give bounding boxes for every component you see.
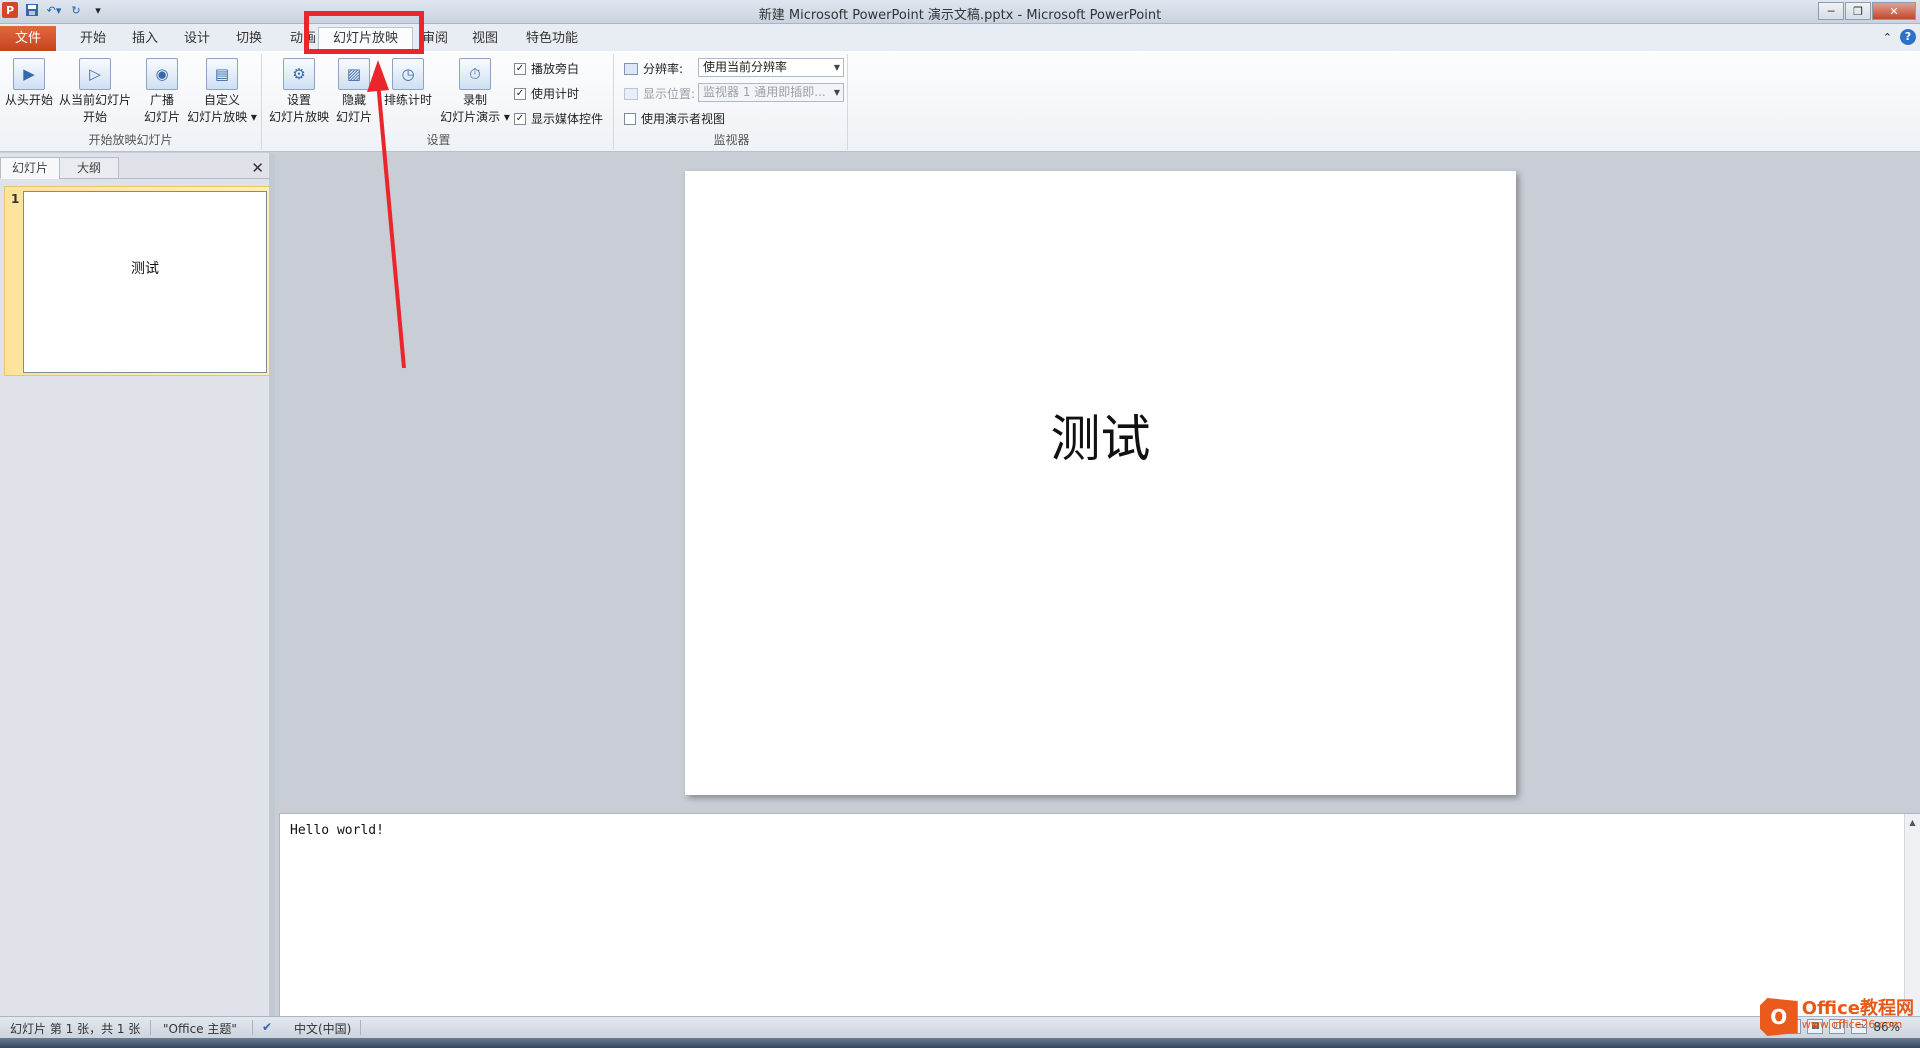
- tab-transitions[interactable]: 切换: [222, 28, 276, 50]
- scroll-up-icon[interactable]: ▲: [1905, 818, 1920, 827]
- record-slide-show-button[interactable]: ⏱ 录制 幻灯片演示 ▾: [438, 58, 512, 126]
- rehearse-timings-button[interactable]: ◷ 排练计时: [380, 58, 436, 109]
- broadcast-slide-show-button[interactable]: ◉ 广播 幻灯片: [140, 58, 184, 126]
- notes-scrollbar[interactable]: ▲: [1904, 814, 1920, 1017]
- close-icon[interactable]: ✕: [251, 159, 264, 177]
- broadcast-icon: ◉: [146, 58, 178, 90]
- group-monitors: 分辨率: 使用当前分辨率 ▼ 显示位置: 监视器 1 通用即插即... ▼ 使用…: [616, 54, 848, 150]
- use-timings-checkbox[interactable]: ✓ 使用计时: [514, 85, 579, 102]
- play-narrations-checkbox[interactable]: ✓ 播放旁白: [514, 60, 579, 77]
- window-title: 新建 Microsoft PowerPoint 演示文稿.pptx - Micr…: [758, 8, 1162, 23]
- tab-design[interactable]: 设计: [170, 28, 224, 50]
- slide-number: 1: [11, 192, 20, 206]
- status-separator: [252, 1020, 253, 1035]
- office-logo-icon: O: [1759, 998, 1798, 1036]
- group-label-setup: 设置: [426, 133, 451, 147]
- slide-thumbnail[interactable]: 测试: [23, 191, 267, 373]
- presenter-view-checkbox[interactable]: 使用演示者视图: [624, 110, 725, 127]
- chevron-down-icon: ▼: [833, 63, 840, 72]
- status-separator: [150, 1020, 151, 1035]
- show-on-label: 显示位置:: [624, 85, 695, 102]
- play-from-current-icon: ▷: [79, 58, 111, 90]
- maximize-button[interactable]: ❐: [1845, 2, 1871, 20]
- setup-show-icon: ⚙: [283, 58, 315, 90]
- slide-canvas[interactable]: 测试: [685, 171, 1516, 795]
- record-icon: ⏱: [459, 58, 491, 90]
- slide-count-status: 幻灯片 第 1 张，共 1 张: [10, 1022, 141, 1036]
- set-up-slide-show-button[interactable]: ⚙ 设置 幻灯片放映: [268, 58, 330, 126]
- theme-status[interactable]: "Office 主题": [163, 1020, 237, 1037]
- tab-insert[interactable]: 插入: [118, 28, 172, 50]
- checkbox-unchecked-icon: [624, 112, 636, 125]
- play-from-start-icon: ▶: [13, 58, 45, 90]
- watermark-url: www.office26.com: [1801, 1018, 1903, 1031]
- title-bar: P ↶▾ ↻ ▾ 新建 Microsoft PowerPoint 演示文稿.pp…: [0, 0, 1920, 24]
- monitor-icon: [624, 87, 638, 100]
- status-separator: [360, 1020, 361, 1035]
- custom-slide-show-button[interactable]: ▤ 自定义 幻灯片放映 ▾: [186, 58, 258, 126]
- group-label-monitors: 监视器: [713, 133, 750, 147]
- slide-thumbnail-selected[interactable]: 1 测试: [4, 186, 270, 376]
- hide-slide-button[interactable]: ▨ 隐藏 幻灯片: [332, 58, 376, 126]
- status-bar: 幻灯片 第 1 张，共 1 张 "Office 主题" ✔ 中文(中国) ▣ ▦…: [0, 1016, 1920, 1038]
- panel-tabs: 幻灯片 大纲 ✕: [0, 157, 270, 179]
- watermark: O Office教程网 www.office26.com: [1759, 998, 1914, 1036]
- notes-pane[interactable]: Hello world! ▲: [279, 813, 1920, 1017]
- rehearse-timings-icon: ◷: [392, 58, 424, 90]
- monitor-icon: [624, 62, 638, 75]
- tab-view[interactable]: 视图: [458, 28, 512, 50]
- help-icon[interactable]: ?: [1900, 29, 1916, 45]
- checkbox-checked-icon: ✓: [514, 62, 526, 75]
- minimize-ribbon-icon[interactable]: ⌃: [1883, 31, 1892, 44]
- checkbox-checked-icon: ✓: [514, 112, 526, 125]
- slide-editing-area: 测试: [281, 153, 1920, 810]
- windows-taskbar: [0, 1038, 1920, 1048]
- tab-outline[interactable]: 大纲: [59, 157, 119, 179]
- tab-file[interactable]: 文件: [0, 26, 56, 51]
- tab-home[interactable]: 开始: [66, 28, 120, 50]
- tab-special-features[interactable]: 特色功能: [512, 28, 592, 50]
- chevron-down-icon: ▼: [833, 88, 840, 97]
- ribbon-tab-bar: 文件 开始 插入 设计 切换 动画 幻灯片放映 审阅 视图 特色功能 ⌃ ?: [0, 24, 1920, 51]
- show-media-controls-checkbox[interactable]: ✓ 显示媒体控件: [514, 110, 603, 127]
- window-controls: ─ ❐ ✕: [1818, 2, 1916, 20]
- custom-show-icon: ▤: [206, 58, 238, 90]
- ribbon: ▶ 从头开始 ▷ 从当前幻灯片 开始 ◉ 广播 幻灯片 ▤ 自定义 幻灯片放映 …: [0, 51, 1920, 152]
- from-current-slide-button[interactable]: ▷ 从当前幻灯片 开始: [58, 58, 132, 126]
- annotation-highlight-box: [304, 11, 424, 54]
- notes-text[interactable]: Hello world!: [290, 823, 384, 838]
- close-button[interactable]: ✕: [1872, 2, 1916, 20]
- group-label-start: 开始放映幻灯片: [88, 133, 173, 147]
- minimize-button[interactable]: ─: [1818, 2, 1844, 20]
- from-beginning-button[interactable]: ▶ 从头开始: [4, 58, 54, 109]
- checkbox-checked-icon: ✓: [514, 87, 526, 100]
- resolution-label: 分辨率:: [624, 60, 683, 77]
- group-start-slide-show: ▶ 从头开始 ▷ 从当前幻灯片 开始 ◉ 广播 幻灯片 ▤ 自定义 幻灯片放映 …: [0, 54, 262, 150]
- watermark-title: Office教程网: [1801, 998, 1914, 1019]
- slide-title[interactable]: 测试: [685, 399, 1516, 471]
- language-status[interactable]: 中文(中国): [294, 1020, 351, 1037]
- show-on-dropdown: 监视器 1 通用即插即... ▼: [698, 83, 844, 102]
- hide-slide-icon: ▨: [338, 58, 370, 90]
- group-setup: ⚙ 设置 幻灯片放映 ▨ 隐藏 幻灯片 ◷ 排练计时 ⏱ 录制 幻灯片演示 ▾ …: [264, 54, 614, 150]
- spell-check-icon[interactable]: ✔: [262, 1020, 272, 1034]
- slides-panel: 幻灯片 大纲 ✕ 1 测试: [0, 153, 275, 1016]
- resolution-dropdown[interactable]: 使用当前分辨率 ▼: [698, 58, 844, 77]
- thumbnail-title: 测试: [131, 261, 159, 277]
- tab-slides[interactable]: 幻灯片: [0, 157, 60, 179]
